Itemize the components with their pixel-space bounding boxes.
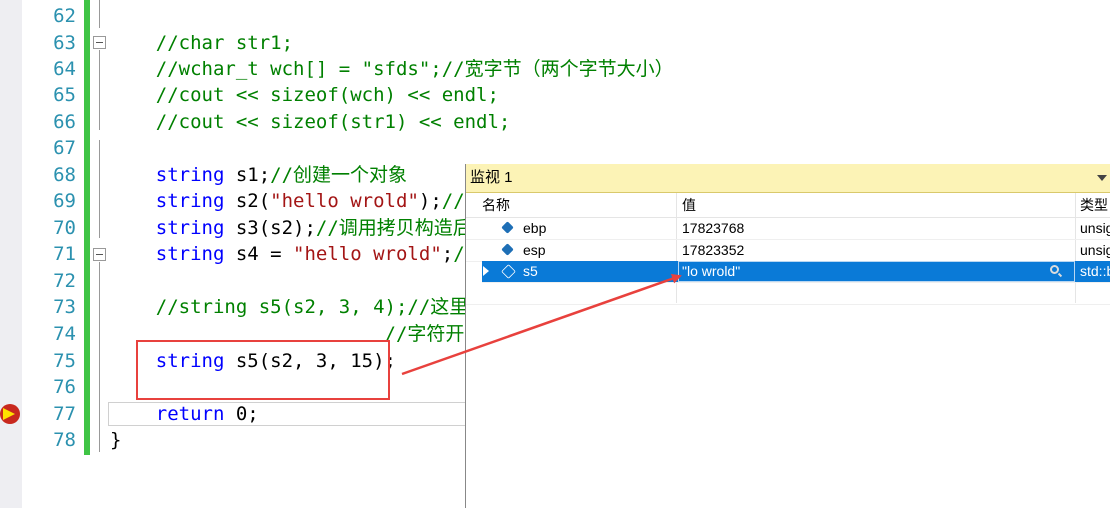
outline-line xyxy=(99,0,100,28)
code-token: string xyxy=(155,164,225,186)
code-line[interactable]: //构 xyxy=(110,268,507,294)
object-icon xyxy=(501,221,514,234)
column-header-value[interactable]: 值 xyxy=(682,193,696,217)
code-token: ); xyxy=(418,190,442,212)
watch-window-title: 监视 1 xyxy=(470,169,513,186)
breakpoint-current-line-icon[interactable] xyxy=(0,404,20,424)
watch-row-type: unsig xyxy=(1080,242,1110,258)
code-line[interactable]: string s3(s2);//调用拷贝构造后 xyxy=(110,215,472,241)
watch-row[interactable]: ebp 17823768 unsig xyxy=(466,218,1110,240)
code-token: ; xyxy=(441,243,454,265)
line-number: 78 xyxy=(53,429,76,451)
code-line[interactable]: string s2("hello wrold");//向 xyxy=(110,188,484,214)
line-number: 76 xyxy=(53,376,76,398)
line-number: 62 xyxy=(53,5,76,27)
watch-row-value[interactable]: "lo wrold" xyxy=(682,261,740,282)
code-token: return xyxy=(155,403,225,425)
line-number: 75 xyxy=(53,350,76,372)
code-line[interactable]: } xyxy=(110,427,121,453)
annotation-highlight-box xyxy=(136,340,390,400)
outline-line xyxy=(99,50,100,130)
watch-row-value[interactable]: 17823352 xyxy=(682,240,744,261)
fold-collapse-icon[interactable] xyxy=(93,36,106,49)
code-token: //cout << sizeof(str1) << endl; xyxy=(110,111,511,133)
code-token: //构 xyxy=(110,270,507,292)
code-line[interactable]: //wchar_t wch[] = "sfds";//宽字节（两个字节大小） xyxy=(110,56,674,82)
line-number: 70 xyxy=(53,217,76,239)
code-line[interactable]: //string s5(s2, 3, 4);//这里表 xyxy=(110,294,488,320)
watch-row-value[interactable]: 17823768 xyxy=(682,218,744,239)
outline-line xyxy=(99,262,100,452)
code-token: 0; xyxy=(224,403,259,425)
column-header-name[interactable]: 名称 xyxy=(482,193,510,217)
code-token: //char str1; xyxy=(110,32,294,54)
watch-row-name: esp xyxy=(523,242,546,258)
code-token: //创建一个对象 xyxy=(270,164,408,186)
code-token: s2( xyxy=(224,190,271,212)
code-line[interactable]: return 0; xyxy=(110,401,259,427)
magnifier-icon[interactable] xyxy=(1050,265,1059,274)
code-token: "hello wrold" xyxy=(293,243,442,265)
code-token: //string s5(s2, 3, 4);//这里表 xyxy=(110,296,488,318)
code-token: s4 = xyxy=(224,243,294,265)
outline-line xyxy=(99,140,100,238)
expand-arrow-icon[interactable] xyxy=(483,266,489,276)
line-number: 66 xyxy=(53,111,76,133)
code-token: //cout << sizeof(wch) << endl; xyxy=(110,84,499,106)
line-number: 65 xyxy=(53,84,76,106)
line-number: 63 xyxy=(53,32,76,54)
code-token: //wchar_t wch[] = "sfds";//宽字节（两个字节大小） xyxy=(110,58,674,80)
line-number: 71 xyxy=(53,243,76,265)
watch-row-type: std::b xyxy=(1080,263,1110,279)
watch-row-type: unsig xyxy=(1080,220,1110,236)
code-token: } xyxy=(110,429,122,451)
line-number: 72 xyxy=(53,270,76,292)
object-icon xyxy=(501,243,514,256)
code-token: s1; xyxy=(224,164,271,186)
code-token: s3(s2); xyxy=(224,217,316,239)
line-number: 68 xyxy=(53,164,76,186)
code-line[interactable]: string s4 = "hello wrold";//i xyxy=(110,241,488,267)
watch-row[interactable]: esp 17823352 unsig xyxy=(466,240,1110,262)
watch-row-selected[interactable]: s5 "lo wrold" std::b xyxy=(482,261,1110,283)
line-number: 64 xyxy=(53,58,76,80)
code-token: string xyxy=(155,217,225,239)
watch-row-name: s5 xyxy=(523,263,538,279)
watch-column-header: 名称 值 类型 xyxy=(466,193,1110,218)
code-line[interactable]: //char str1; xyxy=(110,30,293,56)
watch-row-name: ebp xyxy=(523,220,547,236)
watch-row-empty[interactable] xyxy=(466,283,1110,305)
fold-collapse-icon[interactable] xyxy=(93,248,106,261)
line-number: 74 xyxy=(53,323,76,345)
line-number: 77 xyxy=(53,403,76,425)
object-icon xyxy=(501,264,516,279)
line-number: 73 xyxy=(53,296,76,318)
line-number: 67 xyxy=(53,137,76,159)
line-number: 69 xyxy=(53,190,76,212)
dropdown-arrow-icon[interactable] xyxy=(1097,175,1107,181)
column-header-type[interactable]: 类型 xyxy=(1080,193,1108,217)
code-token: "hello wrold" xyxy=(270,190,419,212)
code-token: string xyxy=(155,243,225,265)
code-line[interactable]: string s1;//创建一个对象 xyxy=(110,162,407,188)
change-tracking-bar xyxy=(84,0,90,455)
code-token: //调用拷贝构造后 xyxy=(315,217,472,239)
code-line[interactable]: //cout << sizeof(wch) << endl; xyxy=(110,82,499,108)
watch-window[interactable]: 监视 1 名称 值 类型 ebp 17823768 unsig esp 1782… xyxy=(465,164,1110,508)
code-line[interactable]: //cout << sizeof(str1) << endl; xyxy=(110,109,511,135)
editor-gutter[interactable] xyxy=(0,0,22,508)
code-token: string xyxy=(155,190,225,212)
watch-window-titlebar[interactable]: 监视 1 xyxy=(466,164,1110,193)
